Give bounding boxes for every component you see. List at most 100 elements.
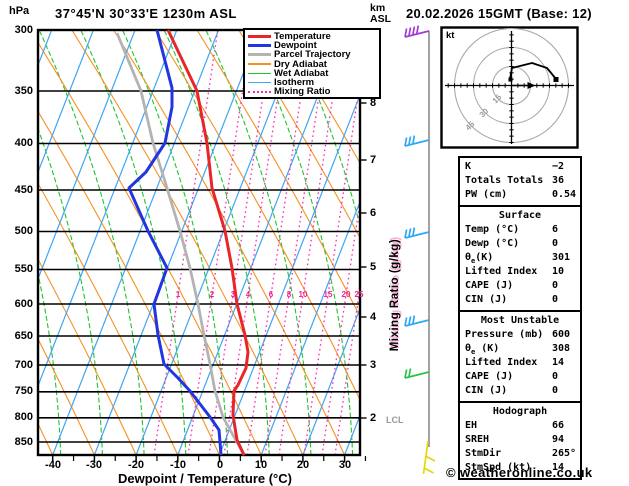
row-label: Temp (°C): [465, 224, 520, 235]
row-label: Lifted Index: [465, 357, 538, 368]
pressure-axis-unit: hPa: [9, 5, 30, 17]
mixing-ratio-tick: 3: [230, 290, 236, 299]
row-label: Pressure (mb): [465, 329, 544, 340]
legend: Temperature Dewpoint Parcel Trajectory D…: [243, 28, 381, 100]
mixing-ratio-tick: 1: [175, 290, 181, 299]
row-label: PW (cm): [465, 189, 508, 200]
table-row: CAPE (J) 0: [460, 370, 580, 384]
row-label: θe (K): [465, 343, 500, 356]
temp-tick-label: -20: [128, 459, 144, 471]
row-label: Totals Totals: [465, 175, 544, 186]
legend-label: Mixing Ratio: [274, 86, 331, 98]
row-label: CIN (J): [465, 385, 508, 396]
pressure-tick-label: 350: [14, 85, 33, 97]
hodograph-unit-label: kt: [446, 30, 455, 41]
dewpoint-line-swatch: [248, 44, 271, 48]
pressure-tick-label: 500: [14, 225, 33, 237]
row-label: CAPE (J): [465, 280, 514, 291]
table-row: StmDir 265°: [460, 447, 580, 461]
row-value: 308: [552, 343, 571, 354]
table-row: PW (cm) 0.54: [460, 188, 580, 202]
pressure-tick-label: 650: [14, 330, 33, 342]
table-row: Dewp (°C) 0: [460, 237, 580, 251]
most-unstable-section: Most Unstable Pressure (mb) 600 θe (K) 308…: [458, 310, 582, 403]
mixing-ratio-line-swatch: [248, 90, 271, 93]
row-value: 265°: [552, 448, 577, 459]
x-axis-title: Dewpoint / Temperature (°C): [118, 471, 292, 486]
pressure-tick-label: 800: [14, 411, 33, 423]
row-label: Lifted Index: [465, 266, 538, 277]
row-label: EH: [465, 420, 478, 431]
temp-tick-label: 20: [296, 459, 310, 471]
row-value: 14: [552, 357, 565, 368]
row-label: K: [465, 161, 472, 172]
km-tick-label: 6: [370, 207, 377, 219]
indices-table: K −2 Totals Totals 36 PW (cm) 0.54 Surface …: [458, 156, 582, 480]
row-value: 600: [552, 329, 571, 340]
row-value: 0: [552, 294, 559, 305]
row-label: Dewp (°C): [465, 238, 520, 249]
station-title: 37°45'N 30°33'E 1230m ASL: [55, 6, 237, 21]
mixing-ratio-tick: 6: [268, 290, 274, 299]
isotherm-line-swatch: [248, 81, 271, 84]
table-row: θe (K) 308: [460, 342, 580, 356]
dry-adiabat-line-swatch: [248, 63, 271, 65]
temp-tick-label: -10: [170, 459, 186, 471]
table-row: SREH 94: [460, 433, 580, 447]
row-label: SREH: [465, 434, 490, 445]
mixing-ratio-tick: 4: [245, 290, 251, 299]
height-unit-asl: ASL: [370, 13, 391, 25]
pressure-tick-label: 400: [14, 137, 33, 149]
section-title: Surface: [498, 210, 542, 221]
skewt-sounding-app: 37°45'N 30°33'E 1230m ASL 20.02.2026 15G…: [0, 0, 629, 486]
section-title: Hodograph: [492, 406, 548, 417]
table-row: CAPE (J) 0: [460, 279, 580, 293]
table-row: Lifted Index 10: [460, 265, 580, 279]
mixing-ratio-axis-label: Mixing Ratio (g/kg): [389, 238, 401, 352]
km-tick-label: 3: [370, 359, 377, 371]
table-row: CIN (J) 0: [460, 293, 580, 307]
temp-tick-label: -40: [45, 459, 61, 471]
parcel-line-swatch: [248, 53, 271, 57]
table-row: K −2: [460, 160, 580, 174]
table-row: Pressure (mb) 600: [460, 328, 580, 342]
table-row: CIN (J) 0: [460, 384, 580, 398]
row-value: 0.54: [552, 189, 577, 200]
mixing-ratio-tick: 10: [298, 290, 308, 299]
row-value: 66: [552, 420, 565, 431]
row-value: 0: [552, 238, 559, 249]
pressure-tick-label: 450: [14, 184, 33, 196]
mixing-ratio-tick: 25: [354, 290, 364, 299]
row-value: 36: [552, 175, 565, 186]
stability-indices-section: K −2 Totals Totals 36 PW (cm) 0.54: [458, 156, 582, 207]
row-label: θe(K): [465, 252, 494, 265]
km-tick-label: 4: [370, 311, 377, 323]
mixing-ratio-tick: 15: [323, 290, 333, 299]
wet-adiabat-line-swatch: [248, 72, 271, 75]
table-row: Lifted Index 14: [460, 356, 580, 370]
row-value: 0: [552, 371, 559, 382]
mixing-ratio-tick: 2: [209, 290, 215, 299]
row-value: 94: [552, 434, 565, 445]
legend-item: Mixing Ratio: [248, 87, 379, 96]
row-value: 0: [552, 385, 559, 396]
row-value: −2: [552, 161, 565, 172]
surface-section: Surface Temp (°C) 6 Dewp (°C) 0 θe(K) 301 L…: [458, 205, 582, 312]
pressure-tick-label: 700: [14, 359, 33, 371]
run-datetime: 20.02.2026 15GMT (Base: 12): [406, 6, 592, 21]
height-axis-unit: km ASL: [370, 3, 391, 25]
temperature-line-swatch: [248, 35, 271, 39]
temp-tick-label: 30: [338, 459, 352, 471]
pressure-tick-label: 550: [14, 263, 33, 275]
table-row: Totals Totals 36: [460, 174, 580, 188]
wind-barb-column: [404, 25, 436, 475]
table-row: EH 66: [460, 419, 580, 433]
section-title: Most Unstable: [480, 315, 560, 326]
pressure-tick-label: 750: [14, 385, 33, 397]
pressure-tick-label: 300: [14, 24, 33, 36]
km-tick-label: 2: [370, 412, 377, 424]
temp-tick-label: -30: [86, 459, 102, 471]
credit-footer: © weatheronline.co.uk: [446, 465, 593, 480]
row-label: StmDir: [465, 448, 502, 459]
row-value: 0: [552, 280, 559, 291]
